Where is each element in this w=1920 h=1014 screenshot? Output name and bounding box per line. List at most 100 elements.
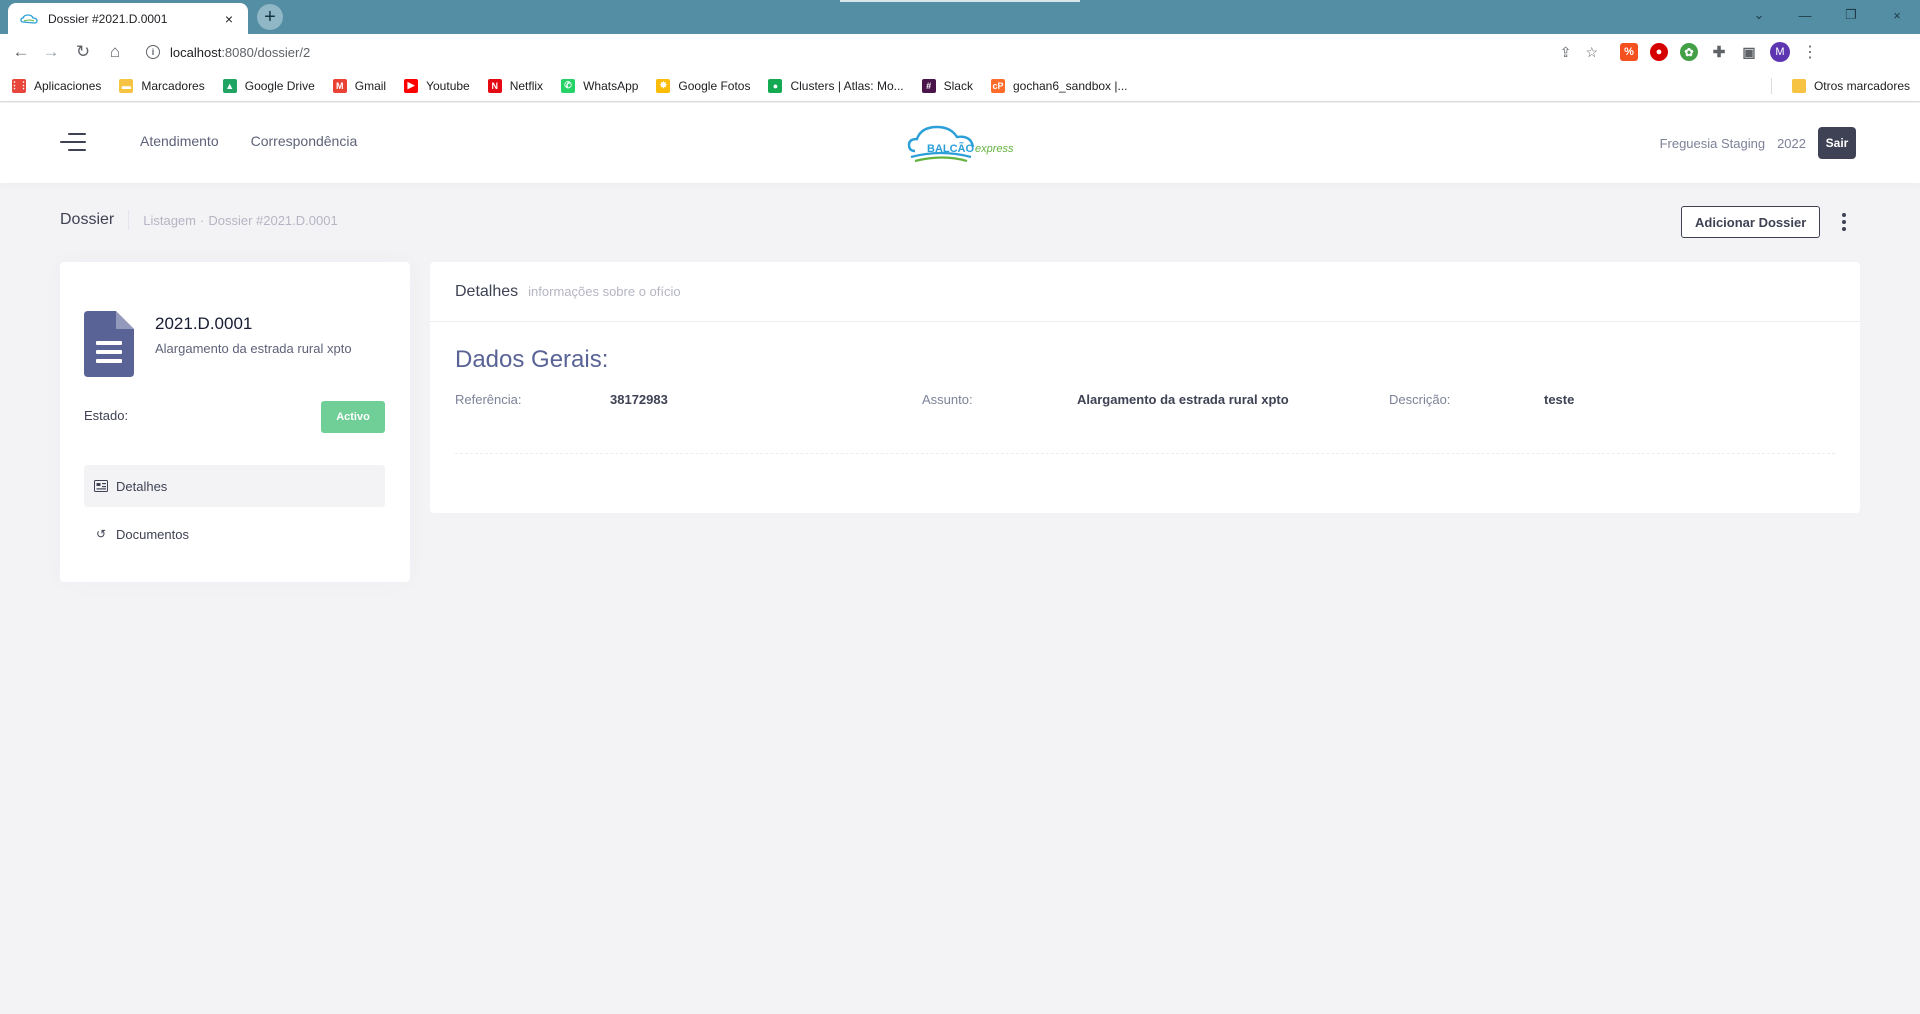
- browser-tabstrip: Dossier #2021.D.0001 × + ⌄ — ❐ ×: [0, 0, 1920, 34]
- field-label: Assunto:: [922, 392, 973, 407]
- subheader-divider: [128, 210, 130, 230]
- profile-avatar[interactable]: M: [1770, 42, 1790, 62]
- bookmark-item[interactable]: # Slack: [921, 78, 973, 93]
- google-drive-icon: ▲: [222, 78, 237, 93]
- more-options-icon[interactable]: [1836, 210, 1852, 234]
- reload-icon[interactable]: ↻: [68, 37, 98, 67]
- google-photos-icon: ✸: [656, 78, 671, 93]
- year-selector[interactable]: 2022: [1777, 136, 1806, 151]
- browser-tab-active[interactable]: Dossier #2021.D.0001 ×: [8, 3, 248, 34]
- bookmark-label: Netflix: [509, 78, 544, 93]
- field-value: 38172983: [610, 392, 668, 407]
- address-bar[interactable]: i localhost:8080/dossier/2 ⇪ ☆: [138, 37, 1606, 67]
- bookmark-item[interactable]: ✸ Google Fotos: [656, 78, 751, 93]
- logout-button[interactable]: Sair: [1818, 127, 1856, 159]
- folder-icon: [1791, 79, 1806, 93]
- bookmark-item[interactable]: ● Clusters | Atlas: Mo...: [768, 78, 904, 93]
- youtube-icon: ▶: [404, 78, 419, 93]
- header-user-area: Freguesia Staging 2022 Sair: [1660, 127, 1856, 159]
- bookmark-item[interactable]: ▶ Youtube: [404, 78, 470, 93]
- status-badge: Activo: [321, 401, 385, 433]
- bookmark-label: Slack: [943, 78, 973, 93]
- bookmark-label: Google Drive: [244, 78, 315, 93]
- tab-close-icon[interactable]: ×: [220, 11, 238, 27]
- bookmark-item[interactable]: ▬ Marcadores: [119, 78, 205, 93]
- window-close-icon[interactable]: ×: [1874, 0, 1920, 30]
- share-icon[interactable]: ⇪: [1560, 44, 1572, 61]
- extensions-puzzle-icon[interactable]: ✚: [1710, 43, 1728, 61]
- extension-adblock-icon[interactable]: ●: [1650, 43, 1668, 61]
- home-icon[interactable]: ⌂: [100, 37, 130, 67]
- browser-menu-icon[interactable]: ⋮: [1802, 42, 1818, 62]
- menu-item-label: Documentos: [116, 526, 189, 542]
- breadcrumb-current[interactable]: Dossier #2021.D.0001: [208, 213, 337, 228]
- details-title: Detalhes: [455, 282, 519, 300]
- bookmark-label: Youtube: [426, 78, 470, 93]
- bookmark-item[interactable]: ⋮⋮ Aplicaciones: [10, 78, 102, 93]
- minimize-icon[interactable]: —: [1782, 0, 1828, 30]
- bookmark-item[interactable]: M Gmail: [332, 78, 387, 93]
- details-card-header: Detalhes informações sobre o ofício: [430, 262, 1860, 322]
- estado-label: Estado:: [84, 408, 129, 423]
- field-label: Descrição:: [1389, 392, 1451, 407]
- dossier-description: Alargamento da estrada rural xpto: [155, 341, 352, 356]
- nav-correspondencia[interactable]: Correspondência: [251, 133, 358, 149]
- browser-toolbar: ← → ↻ ⌂ i localhost:8080/dossier/2 ⇪ ☆ %…: [0, 34, 1920, 70]
- breadcrumb-separator: ·: [199, 212, 205, 228]
- breadcrumb: Listagem · Dossier #2021.D.0001: [143, 213, 337, 228]
- balcao-express-logo: BALCÃO express: [907, 125, 1014, 163]
- side-panel-icon[interactable]: ▣: [1740, 43, 1758, 61]
- cloud-favicon-icon: [20, 13, 38, 24]
- back-arrow-icon[interactable]: ←: [6, 37, 36, 67]
- section-divider: [455, 453, 1835, 454]
- top-navigation: Atendimento Correspondência: [140, 133, 357, 149]
- hamburger-menu-icon[interactable]: [60, 133, 86, 153]
- extension-percent-icon[interactable]: %: [1620, 43, 1638, 61]
- bookmark-label: Gmail: [354, 78, 387, 93]
- extensions-bar: % ● ✿ ✚ ▣ M ⋮: [1620, 42, 1818, 62]
- new-tab-button[interactable]: +: [255, 4, 285, 30]
- bookmark-item[interactable]: N Netflix: [487, 78, 544, 93]
- page-title: Dossier: [60, 211, 115, 228]
- url-text: localhost:8080/dossier/2: [170, 44, 311, 60]
- bookmark-label: WhatsApp: [583, 78, 639, 93]
- bookmark-item[interactable]: cP gochan6_sandbox |...: [990, 78, 1128, 93]
- details-card-icon: [94, 479, 108, 493]
- forward-arrow-icon[interactable]: →: [36, 37, 66, 67]
- field-label: Referência:: [455, 392, 522, 407]
- subheader: Dossier Listagem · Dossier #2021.D.0001: [60, 210, 338, 230]
- site-info-icon[interactable]: i: [146, 45, 160, 59]
- bookmark-star-icon[interactable]: ☆: [1585, 44, 1598, 61]
- field-value: teste: [1544, 392, 1575, 407]
- bookmark-label: Marcadores: [141, 78, 205, 93]
- restore-icon[interactable]: ❐: [1828, 0, 1874, 30]
- bookmarks-bar: ⋮⋮ Aplicaciones ▬ Marcadores ▲ Google Drive M G…: [0, 70, 1920, 102]
- add-dossier-button[interactable]: Adicionar Dossier: [1681, 206, 1821, 238]
- slack-icon: #: [921, 78, 936, 93]
- bookmark-item[interactable]: ▲ Google Drive: [222, 78, 315, 93]
- document-icon: [84, 311, 134, 377]
- bookmark-label: Aplicaciones: [34, 78, 102, 93]
- bookmark-label: gochan6_sandbox |...: [1012, 78, 1128, 93]
- dossier-number: 2021.D.0001: [155, 314, 253, 333]
- folder-icon: ▬: [119, 78, 134, 93]
- bookmark-label: Google Fotos: [678, 78, 751, 93]
- plus-icon: +: [257, 4, 283, 30]
- other-bookmarks-folder[interactable]: Otros marcadores: [1791, 70, 1910, 102]
- bookmark-item[interactable]: ✆ WhatsApp: [561, 78, 639, 93]
- menu-item-label: Detalhes: [116, 478, 168, 494]
- menu-item-documentos[interactable]: ↺ Documentos: [84, 513, 385, 555]
- cpanel-icon: cP: [990, 78, 1005, 93]
- bookmark-label: Clusters | Atlas: Mo...: [790, 78, 904, 93]
- window-controls: ⌄ — ❐ ×: [1736, 0, 1920, 30]
- dossier-summary-card: 2021.D.0001 Alargamento da estrada rural…: [60, 262, 410, 582]
- extension-gear-icon[interactable]: ✿: [1680, 43, 1698, 61]
- breadcrumb-listagem[interactable]: Listagem: [143, 213, 196, 228]
- svg-text:express: express: [975, 143, 1014, 155]
- app-header: Atendimento Correspondência BALCÃO expre…: [0, 103, 1920, 183]
- details-subtitle: informações sobre o ofício: [528, 284, 681, 299]
- tab-search-chevron-icon[interactable]: ⌄: [1736, 0, 1782, 30]
- nav-atendimento[interactable]: Atendimento: [140, 133, 219, 149]
- menu-item-detalhes[interactable]: Detalhes: [84, 465, 385, 507]
- tab-strip-highlight: [840, 0, 1080, 2]
